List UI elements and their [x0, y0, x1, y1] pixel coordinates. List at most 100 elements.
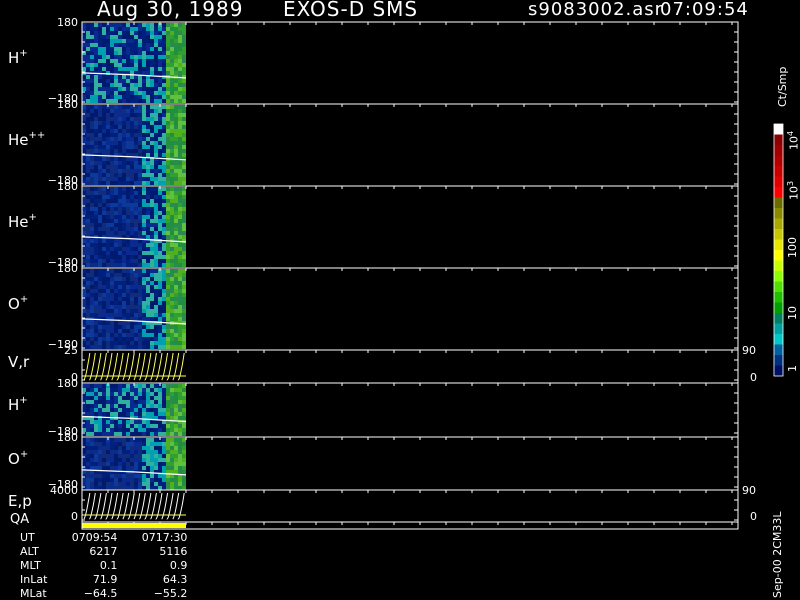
spectrogram-cell [122, 27, 126, 31]
spectrogram-cell [122, 289, 126, 293]
spectrogram-cell [166, 281, 170, 285]
spectrogram-cell [138, 195, 142, 199]
spectrogram-cell [86, 161, 90, 165]
spectrogram-cell [110, 400, 114, 404]
spectrogram-cell [166, 67, 170, 71]
spectrogram-cell [98, 305, 102, 309]
spectrogram-cell [134, 105, 138, 109]
spectrogram-cell [182, 255, 186, 259]
spectrogram-cell [158, 203, 162, 207]
spectrogram-cell [106, 341, 110, 345]
spectrogram-cell [170, 243, 174, 247]
spectrogram-cell [90, 442, 94, 446]
spectrogram-cell [126, 161, 130, 165]
colorbar-swatch [774, 365, 783, 377]
spectrogram-cell [86, 247, 90, 251]
spectrogram-cell [158, 47, 162, 51]
spectrogram-cell [82, 329, 86, 333]
spectrogram-cell [118, 83, 122, 87]
spectrogram-cell [162, 293, 166, 297]
spectrogram-cell [182, 87, 186, 91]
spectrogram-cell [122, 454, 126, 458]
spectrogram-cell [98, 293, 102, 297]
spectrogram-cell [126, 309, 130, 313]
spectrogram-cell [134, 289, 138, 293]
spectrogram-cell [82, 137, 86, 141]
spectrogram-cell [110, 251, 114, 255]
spectrogram-cell [142, 247, 146, 251]
spectrogram-cell [174, 215, 178, 219]
spectrogram-cell [182, 109, 186, 113]
spectrogram-cell [174, 388, 178, 392]
spectrogram-cell [126, 329, 130, 333]
spectrogram-cell [162, 424, 166, 428]
spectrogram-cell [158, 412, 162, 416]
spectrogram-cell [158, 51, 162, 55]
spectrogram-cell [106, 424, 110, 428]
spectrogram-cell [114, 169, 118, 173]
spectrogram-cell [166, 47, 170, 51]
spectrogram-cell [126, 133, 130, 137]
spectrogram-cell [130, 227, 134, 231]
spectrogram-cell [110, 87, 114, 91]
y-tick-top: 180 [57, 180, 78, 193]
spectrogram-cell [174, 117, 178, 121]
spectrogram-cell [82, 289, 86, 293]
spectrogram-cell [126, 121, 130, 125]
spectrogram-cell [174, 255, 178, 259]
spectrogram-cell [94, 424, 98, 428]
spectrogram-cell [94, 388, 98, 392]
colorbar-swatch [774, 145, 783, 156]
spectrogram-cell [94, 231, 98, 235]
spectrogram-cell [98, 345, 102, 349]
spectrogram-cell [106, 281, 110, 285]
spectrogram-cell [122, 43, 126, 47]
spectrogram-cell [166, 121, 170, 125]
spectrogram-cell [126, 181, 130, 185]
spectrogram-cell [86, 259, 90, 263]
spectrogram-cell [162, 400, 166, 404]
spectrogram-cell [150, 420, 154, 424]
spectrogram-cell [162, 285, 166, 289]
spectrogram-cell [118, 404, 122, 408]
spectrogram-cell [98, 173, 102, 177]
spectrogram-cell [134, 191, 138, 195]
spectrogram-cell [150, 400, 154, 404]
spectrogram-cell [86, 59, 90, 63]
spectrogram-cell [146, 412, 150, 416]
spectrogram-cell [158, 466, 162, 470]
spectrogram-cell [142, 392, 146, 396]
spectrogram-cell [158, 400, 162, 404]
spectrogram-cell [106, 450, 110, 454]
spectrogram-cell [138, 165, 142, 169]
spectrogram-cell [138, 269, 142, 273]
spectrogram-cell [154, 313, 158, 317]
spectrogram-cell [150, 329, 154, 333]
spectrogram-cell [86, 482, 90, 486]
spectrogram-cell [146, 333, 150, 337]
spectrogram-cell [178, 145, 182, 149]
spectrogram-cell [134, 223, 138, 227]
spectrogram-cell [130, 293, 134, 297]
spectrogram-cell [118, 239, 122, 243]
spectrogram-cell [134, 400, 138, 404]
spectrogram-cell [86, 442, 90, 446]
spectrogram-cell [126, 486, 130, 490]
spectrogram-cell [174, 181, 178, 185]
spectrogram-cell [130, 47, 134, 51]
spectrogram-cell [178, 247, 182, 251]
spectrogram-cell [126, 165, 130, 169]
spectrogram-cell [174, 27, 178, 31]
spectrogram-cell [166, 187, 170, 191]
spectrogram-cell [86, 141, 90, 145]
spectrogram-cell [114, 231, 118, 235]
spectrogram-cell [90, 450, 94, 454]
spectrogram-cell [98, 404, 102, 408]
spectrogram-cell [106, 428, 110, 432]
spectrogram-cell [118, 325, 122, 329]
spectrogram-cell [162, 235, 166, 239]
panel-label: O+ [8, 294, 28, 313]
spectrogram-cell [146, 223, 150, 227]
spectrogram-cell [102, 408, 106, 412]
spectrogram-cell [86, 157, 90, 161]
